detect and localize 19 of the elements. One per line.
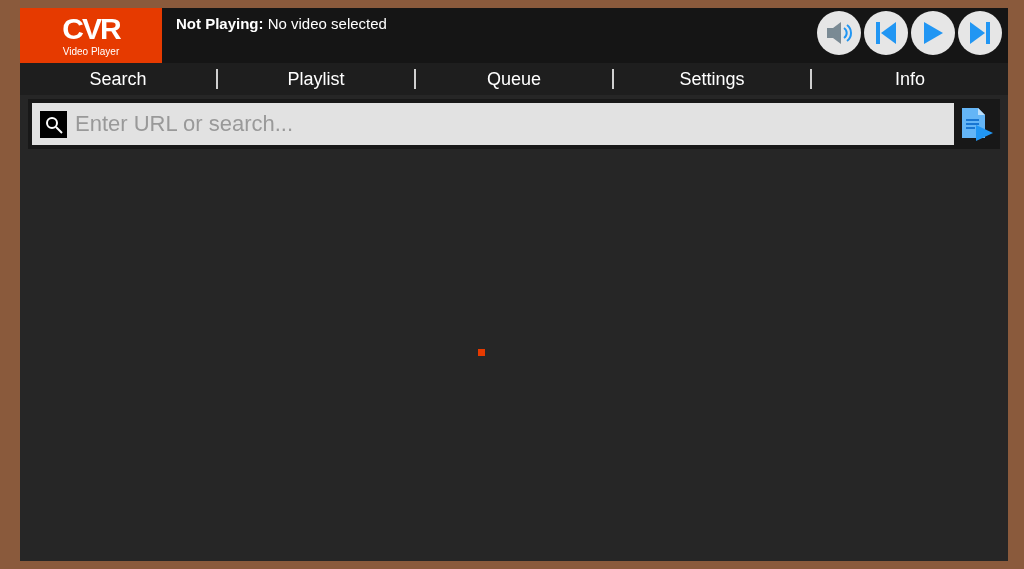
- tab[interactable]: Info: [812, 63, 1008, 95]
- skip-forward-icon: [969, 21, 991, 45]
- skip-back-icon: [875, 21, 897, 45]
- previous-button[interactable]: [864, 11, 908, 55]
- search-icon: [44, 115, 63, 134]
- tab[interactable]: Search: [20, 63, 216, 95]
- speaker-icon: [825, 20, 853, 46]
- volume-button[interactable]: [817, 11, 861, 55]
- logo-mark: CVR: [62, 14, 120, 44]
- search-field[interactable]: Enter URL or search...: [32, 103, 954, 145]
- document-play-icon: [960, 107, 994, 141]
- status-text: Not Playing: No video selected: [176, 15, 387, 32]
- next-button[interactable]: [958, 11, 1002, 55]
- tab[interactable]: Queue: [416, 63, 612, 95]
- play-icon: [922, 21, 944, 45]
- play-button[interactable]: [911, 11, 955, 55]
- tab[interactable]: Settings: [614, 63, 810, 95]
- tab[interactable]: Playlist: [218, 63, 414, 95]
- logo-caption: Video Player: [62, 46, 120, 57]
